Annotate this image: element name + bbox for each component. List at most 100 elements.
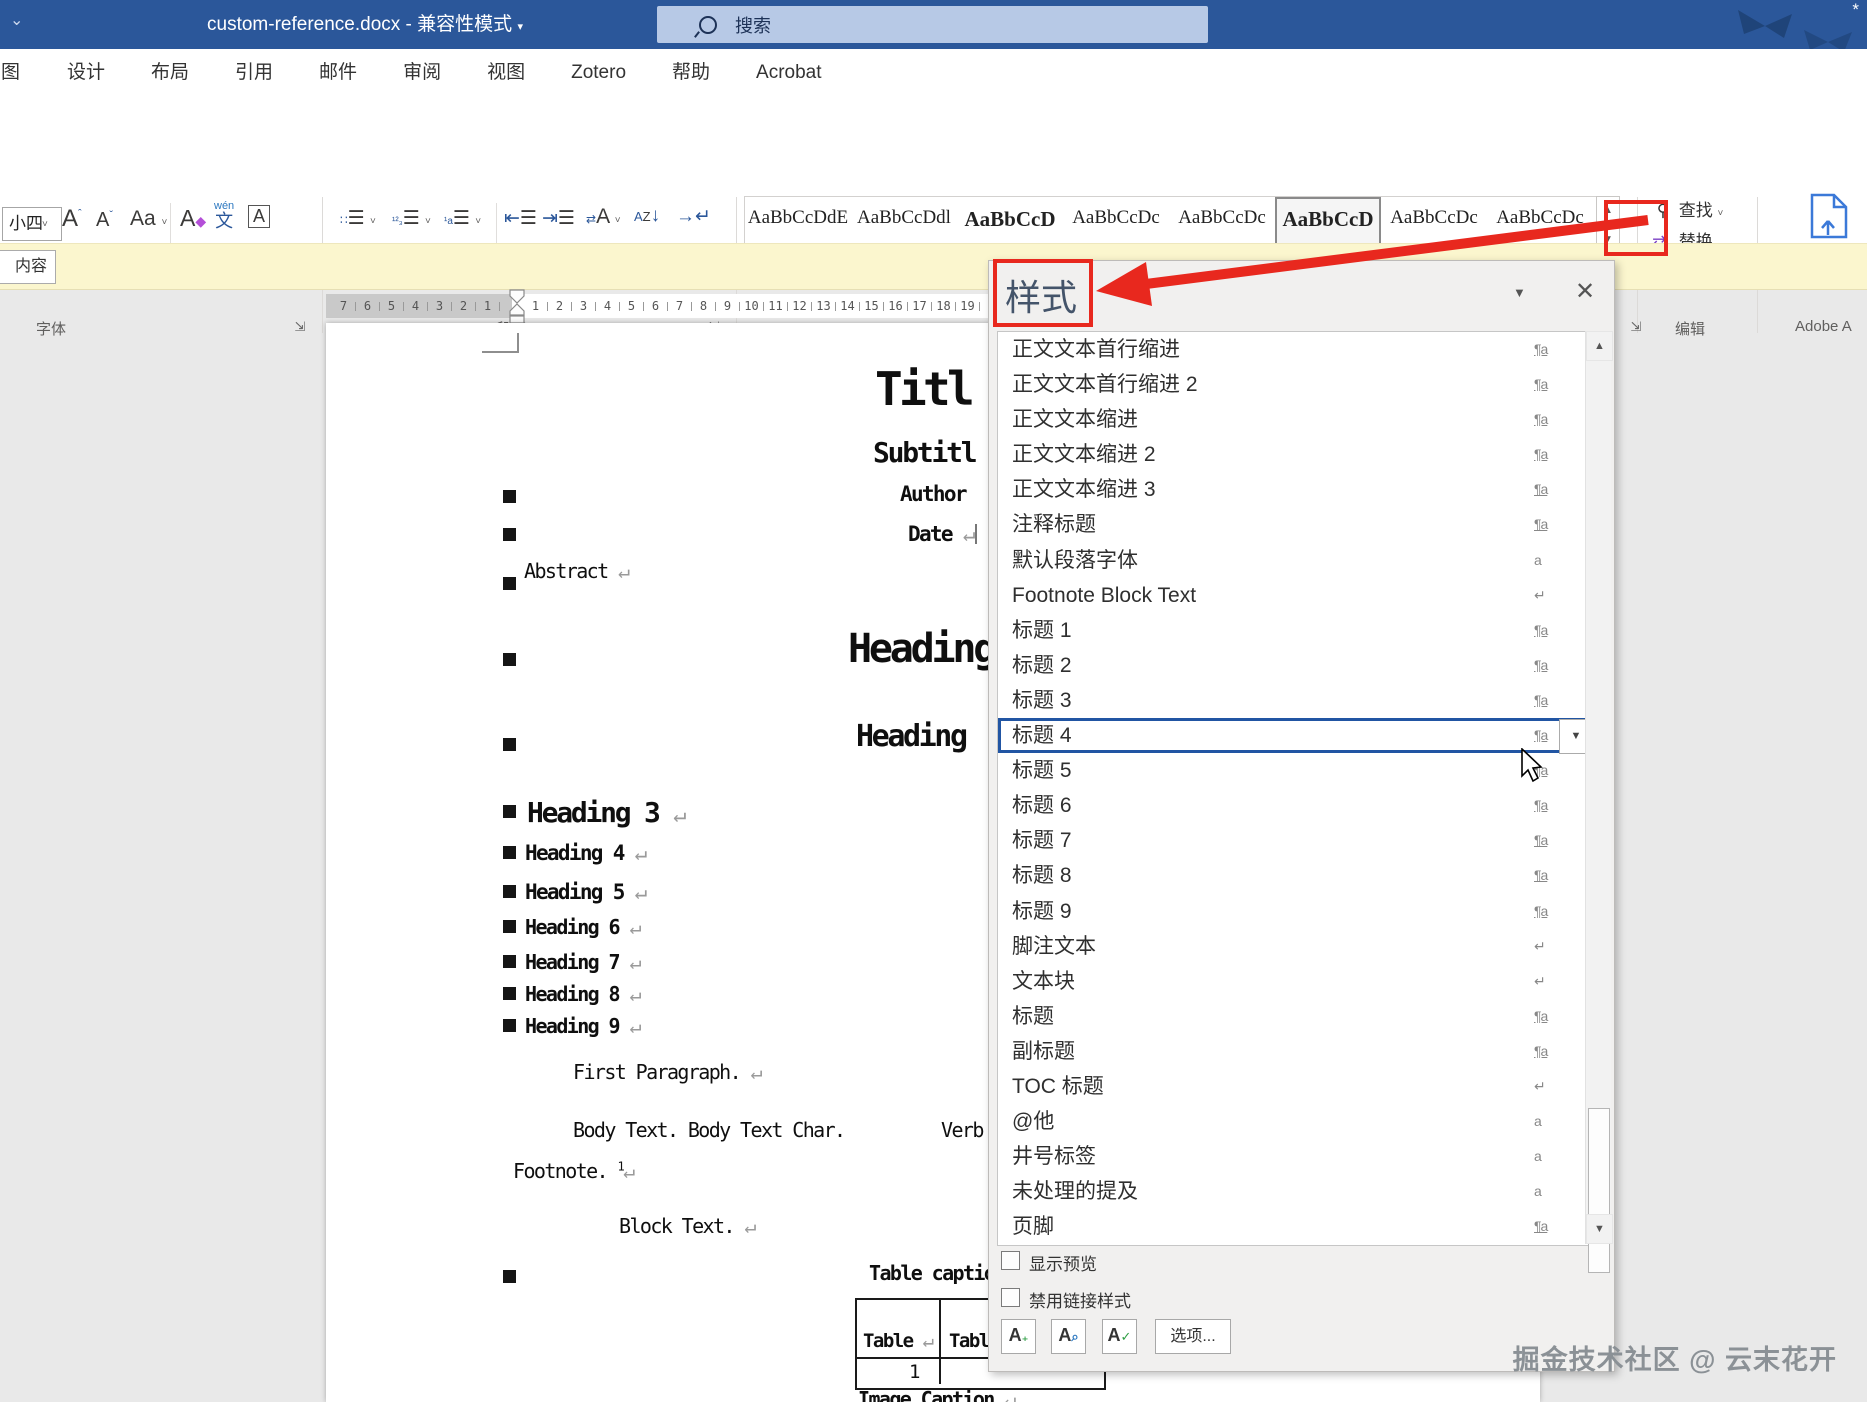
doc-image-caption[interactable]: Image Caption ↵ [858,1387,1016,1402]
tab-4[interactable]: 邮件 [296,49,380,97]
styles-dialog-launcher[interactable]: ⇲ [1628,319,1644,335]
style-item-标题-2[interactable]: 标题 2 ¶a [998,648,1595,683]
style-item-标题-4[interactable]: 标题 4 ¶a ▼ [998,718,1595,755]
doc-abstract[interactable]: Abstract ↵ [524,559,630,583]
style-item-脚注文本[interactable]: 脚注文本 ↵ [998,929,1595,964]
style-item-TOC-标题[interactable]: TOC 标题 ↵ [998,1069,1595,1104]
style-item-标题-1[interactable]: 标题 1 ¶a [998,613,1595,648]
style-item-标题[interactable]: 标题 ¶a [998,999,1595,1034]
doc-heading7[interactable]: Heading 7 ↵ [525,950,641,974]
style-item-标题-3[interactable]: 标题 3 ¶a [998,683,1595,718]
increase-indent-button[interactable]: ⇥☰ [542,207,575,230]
style-item-井号标签[interactable]: 井号标签 a [998,1139,1595,1174]
style-item-标题-6[interactable]: 标题 6 ¶a [998,788,1595,823]
style-item-文本块[interactable]: 文本块 ↵ [998,964,1595,999]
table-data-cell[interactable]: 1 [909,1361,920,1383]
tab-6[interactable]: 视图 [464,49,548,97]
scroll-down-icon[interactable]: ▼ [1586,1214,1613,1244]
tab-8[interactable]: 帮助 [649,49,733,97]
doc-heading3[interactable]: Heading 3 ↵ [527,796,686,829]
doc-heading6[interactable]: Heading 6 ↵ [525,915,641,939]
style-item-注释标题[interactable]: 注释标题 ¶a [998,507,1595,542]
ruler-number: 7 [339,299,348,313]
show-preview-checkbox[interactable] [1001,1251,1020,1270]
tab-draw-partial[interactable]: 绘图 [0,49,38,97]
tab-5[interactable]: 审阅 [380,49,464,97]
phonetic-guide-button[interactable]: wén 文 [214,201,234,231]
doc-heading4[interactable]: Heading 4 ↵ [525,841,647,865]
decrease-indent-button[interactable]: ⇤☰ [504,207,537,230]
table-header-cell[interactable]: Table ↵ [863,1330,934,1352]
change-case-button[interactable]: Aa ˅ [130,207,167,231]
ribbon-collapse-icon[interactable]: ⌄ [10,10,23,30]
doc-date[interactable]: Date ↵ [908,522,978,546]
show-marks-button[interactable]: →↵ [676,205,711,228]
create-pdf-icon[interactable] [1802,191,1854,247]
style-item-标题-9[interactable]: 标题 9 ¶a [998,894,1595,929]
style-item-label: 标题 5 [1012,759,1072,783]
scroll-up-icon[interactable]: ▲ [1586,331,1613,361]
shrink-font-button[interactable]: Aˇ [96,209,113,232]
style-item-标题-7[interactable]: 标题 7 ¶a [998,823,1595,858]
font-dialog-launcher[interactable]: ⇲ [292,319,308,335]
tab-2[interactable]: 布局 [128,49,212,97]
divider [496,203,497,245]
tab-9[interactable]: Acrobat [733,49,844,97]
style-item-正文文本缩进-3[interactable]: 正文文本缩进 3 ¶a [998,472,1595,507]
doc-heading5[interactable]: Heading 5 ↵ [525,880,647,904]
style-item-Footnote-Block-Text[interactable]: Footnote Block Text ↵ [998,578,1595,613]
search-input[interactable]: 搜索 [657,6,1208,43]
style-item-正文文本缩进[interactable]: 正文文本缩进 ¶a [998,402,1595,437]
style-item-页脚[interactable]: 页脚 ¶a [998,1209,1595,1244]
table-header-cell[interactable]: Tabl [949,1330,990,1352]
doc-block-text[interactable]: Block Text. ↵ [619,1214,756,1238]
style-item-默认段落字体[interactable]: 默认段落字体 a [998,543,1595,578]
font-size-dropdown[interactable]: 小四 [2,207,62,241]
style-item--他[interactable]: @他 a [998,1104,1595,1139]
enable-content-button[interactable]: 内容 [0,250,56,284]
ruler-margin-section[interactable]: 7 6 5 4 3 2 1 [326,294,512,318]
style-item-标题-8[interactable]: 标题 8 ¶a [998,858,1595,893]
indent-markers[interactable] [504,289,530,325]
scrollbar-thumb[interactable] [1588,1108,1610,1273]
doc-first-paragraph[interactable]: First Paragraph. ↵ [573,1060,763,1084]
pane-close-icon[interactable]: ✕ [1575,277,1595,306]
font-size-caret-icon[interactable]: ˅ [42,209,48,241]
bullets-button[interactable]: ∷☰ ˅ [340,207,376,230]
disable-linked-styles-checkbox[interactable] [1001,1288,1020,1307]
style-item-副标题[interactable]: 副标题 ¶a [998,1034,1595,1069]
character-scaling-button[interactable]: ⇄A ˅ [586,205,621,229]
style-item-未处理的提及[interactable]: 未处理的提及 a [998,1174,1595,1209]
doc-body-fragment[interactable]: Verb [941,1118,984,1142]
doc-author[interactable]: Author [900,482,967,506]
style-inspector-button[interactable]: A⌕ [1051,1319,1086,1354]
doc-table-caption[interactable]: Table captio [869,1261,996,1285]
doc-body-text[interactable]: Body Text. Body Text Char. [573,1118,846,1142]
grow-font-button[interactable]: Aˆ [62,205,82,233]
ruler-number: 11 [768,299,783,313]
sort-button[interactable]: AZ↓ [634,205,660,227]
doc-title[interactable]: Titl [875,362,975,416]
pane-menu-icon[interactable]: ▼ [1513,285,1526,300]
tab-7[interactable]: Zotero [548,49,649,97]
style-item-标题-5[interactable]: 标题 5 ¶a [998,753,1595,788]
numbering-button[interactable]: ¹²₃☰ ˅ [392,207,431,230]
new-style-button[interactable]: A₊ [1001,1319,1036,1354]
style-item-正文文本首行缩进[interactable]: 正文文本首行缩进 ¶a [998,332,1595,367]
doc-footnote[interactable]: Footnote. 1↵ [513,1159,635,1183]
character-border-button[interactable]: A [248,205,271,228]
doc-heading9[interactable]: Heading 9 ↵ [525,1014,641,1038]
manage-styles-button[interactable]: A✓ [1102,1319,1137,1354]
doc-heading2[interactable]: Heading [856,719,968,754]
multilevel-list-button[interactable]: ¹a☰ ˅ [444,207,481,230]
options-button[interactable]: 选项... [1155,1319,1231,1354]
style-item-正文文本首行缩进-2[interactable]: 正文文本首行缩进 2 ¶a [998,367,1595,402]
doc-heading8[interactable]: Heading 8 ↵ [525,982,641,1006]
doc-subtitle[interactable]: Subtitl [873,436,978,469]
styles-list-scrollbar[interactable]: ▲ ▼ [1585,331,1613,1273]
tab-1[interactable]: 设计 [44,49,128,97]
clear-formatting-button[interactable]: A◆ [180,205,206,232]
tab-3[interactable]: 引用 [212,49,296,97]
style-item-正文文本缩进-2[interactable]: 正文文本缩进 2 ¶a [998,437,1595,472]
doc-heading1[interactable]: Heading [848,626,997,672]
